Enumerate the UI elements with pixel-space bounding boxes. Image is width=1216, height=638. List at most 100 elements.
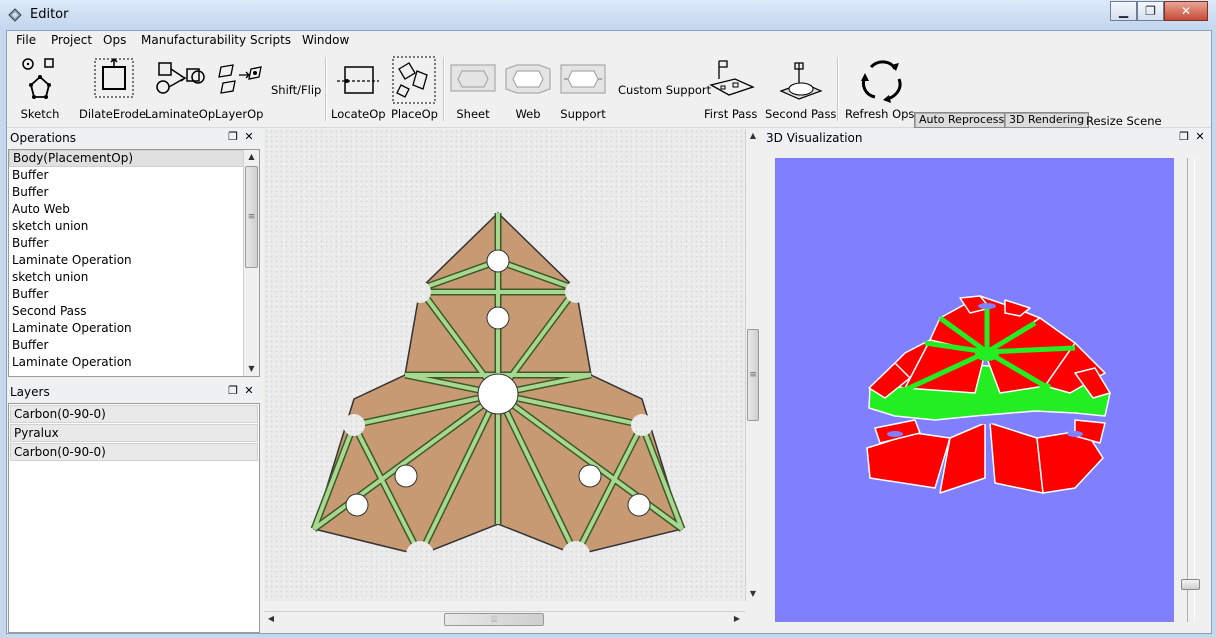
undock-icon[interactable]: ❐ [1177,130,1191,143]
locate-op-label: LocateOp [331,107,386,121]
viz-dock-title: 3D Visualization ❐ ✕ [763,129,1210,147]
toolbar: Sketch DilateErode LaminateOp LayerOp Sh… [7,51,1211,128]
main-window: File Project Ops Manufacturability Scrip… [6,30,1212,634]
undock-icon[interactable]: ❐ [226,130,240,143]
layer-item[interactable]: Carbon(0-90-0) [10,405,258,423]
window-title: Editor [30,7,69,22]
scroll-right-icon[interactable]: ▶ [730,612,744,626]
viz-title: 3D Visualization [766,131,863,145]
laminate-op-icon [156,62,205,94]
first-pass-button[interactable]: First Pass [704,55,757,121]
3d-viewport[interactable] [775,158,1174,622]
first-pass-label: First Pass [704,107,758,121]
close-icon: ✕ [1180,4,1192,18]
layers-list: Carbon(0-90-0) Pyralux Carbon(0-90-0) [8,403,260,633]
layers-title: Layers [10,385,50,399]
menu-file[interactable]: File [16,33,36,47]
close-button[interactable]: ✕ [1164,1,1208,21]
sketch-label: Sketch [20,107,60,121]
laminate-drawing [310,211,686,557]
place-op-button[interactable]: PlaceOp [391,55,438,121]
operation-item[interactable]: Buffer [9,184,259,201]
layer-op-button[interactable]: LayerOp [215,55,263,121]
scroll-down-icon[interactable]: ▼ [746,587,760,601]
scrollbar-thumb[interactable]: ≡ [245,166,258,268]
locate-op-icon [337,66,380,94]
layers-dock-title: Layers ❐ ✕ [7,383,259,401]
operation-item[interactable]: Second Pass [9,303,259,320]
close-dock-icon[interactable]: ✕ [242,384,256,397]
undock-icon[interactable]: ❐ [226,384,240,397]
sheet-icon [450,64,496,92]
support-icon [560,64,606,94]
3d-rendering-toggle[interactable]: 3D Rendering [1004,112,1090,128]
second-pass-icon [779,62,823,100]
operation-item[interactable]: sketch union [9,218,259,235]
toolbar-separator [837,57,839,121]
scroll-down-icon[interactable]: ▼ [244,362,259,376]
operation-item[interactable]: sketch union [9,269,259,286]
first-pass-icon [708,60,755,96]
menu-project[interactable]: Project [51,33,92,47]
auto-reprocess-toggle[interactable]: Auto Reprocess [914,112,1010,128]
close-dock-icon[interactable]: ✕ [242,130,256,143]
canvas-horizontal-scrollbar[interactable]: ◀ ⦙⦙⦙ ▶ [264,611,745,627]
layer-item[interactable]: Pyralux [10,424,258,442]
sheet-label: Sheet [456,107,490,121]
scrollbar-thumb[interactable]: ≡ [747,329,759,421]
title-bar: Editor ▁ ❐ ✕ [0,0,1216,30]
3d-model [866,295,1111,494]
scroll-up-icon[interactable]: ▲ [244,150,259,164]
maximize-icon: ❐ [1145,4,1156,18]
menu-manufacturability[interactable]: Manufacturability [141,33,246,47]
operation-item[interactable]: Buffer [9,286,259,303]
operation-item[interactable]: Laminate Operation [9,320,259,337]
operations-scrollbar[interactable]: ▲ ≡ ▼ [243,150,259,376]
operation-item[interactable]: Laminate Operation [9,354,259,371]
dilate-erode-button[interactable]: DilateErode [79,55,146,121]
second-pass-label: Second Pass [765,107,837,121]
laminate-op-label: LaminateOp [145,107,216,121]
maximize-button[interactable]: ❐ [1137,1,1164,21]
zoom-slider-handle[interactable] [1181,579,1200,590]
design-canvas[interactable] [264,129,745,601]
menu-scripts[interactable]: Scripts [250,33,291,47]
minimize-icon: ▁ [1118,4,1129,18]
layer-op-icon [218,64,263,94]
scrollbar-thumb[interactable]: ⦙⦙⦙ [444,613,544,626]
operation-item[interactable]: Auto Web [9,201,259,218]
refresh-ops-button[interactable]: Refresh Ops [845,55,914,121]
operation-item[interactable]: Buffer [9,167,259,184]
operation-item[interactable]: Body(PlacementOp) [9,150,259,167]
operation-item[interactable]: Buffer [9,235,259,252]
toolbar-separator [443,57,445,121]
laminate-op-button[interactable]: LaminateOp [145,55,215,121]
resize-scene-button[interactable]: Resize Scene [1086,114,1162,128]
shift-flip-button[interactable]: Shift/Flip [271,83,321,97]
second-pass-button[interactable]: Second Pass [765,55,836,121]
operations-title: Operations [10,131,76,145]
dilate-erode-label: DilateErode [79,107,147,121]
operation-item[interactable]: Buffer [9,337,259,354]
scroll-left-icon[interactable]: ◀ [264,612,278,626]
operation-item[interactable]: Laminate Operation [9,252,259,269]
dilate-erode-icon [94,57,134,98]
layer-op-label: LayerOp [215,107,264,121]
operations-dock-title: Operations ❐ ✕ [7,129,259,147]
menu-window[interactable]: Window [302,33,349,47]
sheet-button[interactable]: Sheet [448,55,498,121]
canvas-vertical-scrollbar[interactable]: ▲ ≡ ▼ [745,129,760,601]
support-button[interactable]: Support [558,55,608,121]
minimize-button[interactable]: ▁ [1110,1,1137,21]
web-button[interactable]: Web [503,55,553,121]
zoom-slider-track[interactable] [1187,158,1195,622]
locate-op-button[interactable]: LocateOp [331,55,386,121]
scroll-up-icon[interactable]: ▲ [746,129,760,143]
layer-item[interactable]: Carbon(0-90-0) [10,443,258,461]
sketch-button[interactable]: Sketch [19,55,61,121]
custom-support-button[interactable]: Custom Support [618,83,711,97]
menu-bar: File Project Ops Manufacturability Scrip… [7,31,1211,51]
operations-list: Body(PlacementOp) Buffer Buffer Auto Web ske… [8,149,260,377]
close-dock-icon[interactable]: ✕ [1193,130,1207,143]
menu-ops[interactable]: Ops [103,33,126,47]
